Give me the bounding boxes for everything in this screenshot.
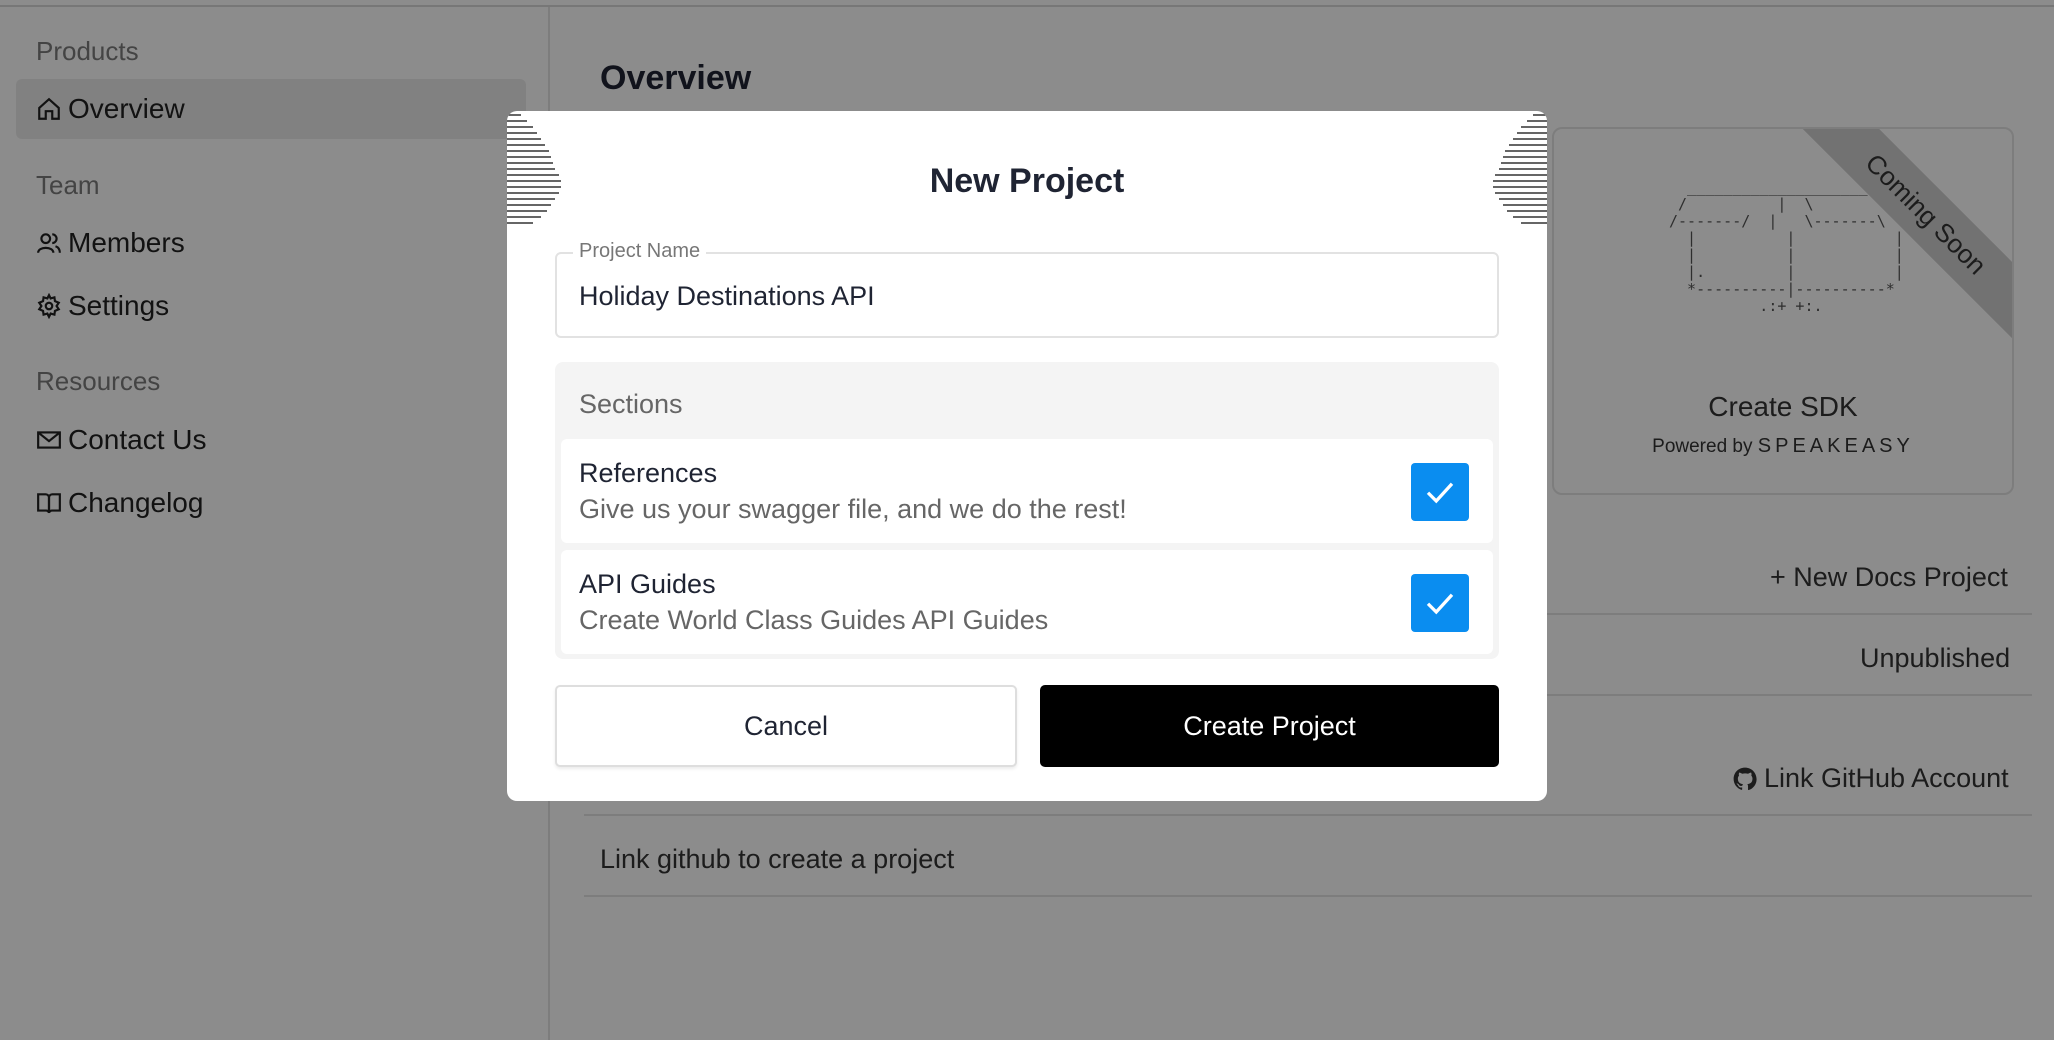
new-project-dialog: New Project Project Name Sections Refere…	[507, 111, 1547, 801]
project-name-input[interactable]	[579, 276, 1479, 316]
create-project-button[interactable]: Create Project	[1040, 685, 1499, 767]
sections-group: Sections References Give us your swagger…	[555, 362, 1499, 659]
dialog-title: New Project	[929, 162, 1125, 200]
checkmark-icon	[1426, 482, 1454, 504]
api-guides-checkbox[interactable]	[1411, 574, 1469, 632]
section-name: API Guides	[579, 569, 716, 599]
section-option-references[interactable]: References Give us your swagger file, an…	[561, 439, 1493, 543]
section-description: Give us your swagger file, and we do the…	[579, 494, 1127, 524]
project-name-label: Project Name	[573, 240, 707, 263]
references-checkbox[interactable]	[1411, 463, 1469, 521]
sections-heading: Sections	[579, 389, 683, 419]
cancel-button[interactable]: Cancel	[555, 685, 1017, 767]
section-name: References	[579, 458, 718, 488]
section-description: Create World Class Guides API Guides	[579, 605, 1049, 635]
section-option-api-guides[interactable]: API Guides Create World Class Guides API…	[561, 550, 1493, 654]
project-name-field: Project Name	[555, 240, 1499, 338]
checkmark-icon	[1426, 593, 1454, 615]
